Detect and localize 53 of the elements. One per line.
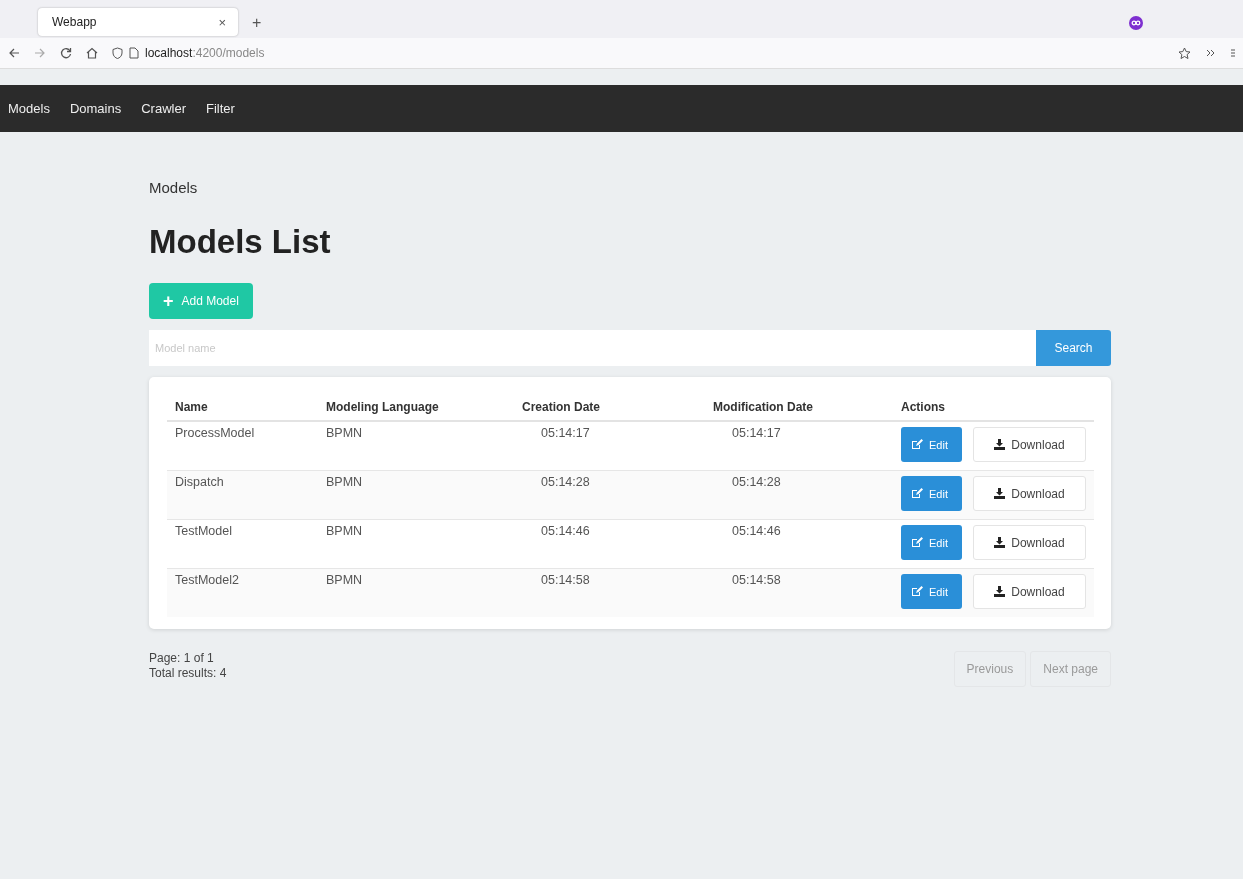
edit-icon	[911, 537, 923, 548]
edit-icon	[911, 439, 923, 450]
column-header: Name	[175, 400, 208, 414]
page-title: Models List	[149, 223, 331, 261]
new-tab-button[interactable]: +	[252, 14, 262, 32]
download-icon	[994, 439, 1006, 450]
nav-link[interactable]: Models	[8, 101, 50, 116]
tab-close-button[interactable]: ×	[218, 14, 226, 30]
column-header: Modeling Language	[326, 400, 439, 414]
column-header: Modification Date	[713, 400, 813, 414]
table-cell: 05:14:58	[732, 573, 781, 587]
nav-link[interactable]: Domains	[69, 101, 122, 116]
table-cell: BPMN	[326, 426, 363, 440]
table-cell: 05:14:58	[541, 573, 590, 587]
shield-icon	[112, 47, 123, 59]
column-header: Creation Date	[522, 400, 601, 414]
table-cell: 05:14:17	[732, 426, 781, 440]
column-header: Actions	[901, 400, 945, 414]
table-cell: 05:14:28	[732, 475, 781, 489]
table-cell: 05:14:28	[541, 475, 590, 489]
page-info: Page: 1 of 1	[149, 651, 215, 666]
browser-tab[interactable]: Webapp ×	[38, 8, 238, 36]
table-cell: BPMN	[326, 475, 363, 489]
table-cell: TestModel2	[175, 573, 239, 587]
nav-link[interactable]: Filter	[206, 101, 235, 116]
table-cell: BPMN	[326, 573, 363, 587]
download-button[interactable]: Download	[972, 427, 1086, 462]
total-results: Total results: 4	[149, 666, 227, 681]
back-icon[interactable]	[8, 47, 20, 59]
extension-icon[interactable]	[1129, 16, 1143, 30]
download-button[interactable]: Download	[972, 574, 1086, 609]
table-cell: 05:14:46	[541, 524, 590, 538]
table-cell: BPMN	[326, 524, 363, 538]
table-cell: TestModel	[175, 524, 232, 538]
download-button[interactable]: Download	[972, 525, 1086, 560]
download-icon	[994, 488, 1006, 499]
download-button[interactable]: Download	[972, 476, 1086, 511]
page-icon	[129, 47, 139, 59]
table-cell: 05:14:46	[732, 524, 781, 538]
table-cell: Dispatch	[175, 475, 224, 489]
edit-icon	[911, 488, 923, 499]
breadcrumb: Models	[149, 179, 198, 196]
nav-link[interactable]: Crawler	[141, 101, 186, 116]
download-icon	[994, 586, 1006, 597]
table-cell: 05:14:17	[541, 426, 590, 440]
star-icon[interactable]	[1178, 46, 1191, 60]
table-cell: ProcessModel	[175, 426, 255, 440]
reload-icon[interactable]	[60, 47, 72, 59]
address-url[interactable]: localhost:4200/models	[145, 46, 265, 60]
overflow-icon[interactable]	[1205, 47, 1217, 59]
edit-icon	[911, 586, 923, 597]
home-icon[interactable]	[86, 47, 98, 59]
download-icon	[994, 537, 1006, 548]
